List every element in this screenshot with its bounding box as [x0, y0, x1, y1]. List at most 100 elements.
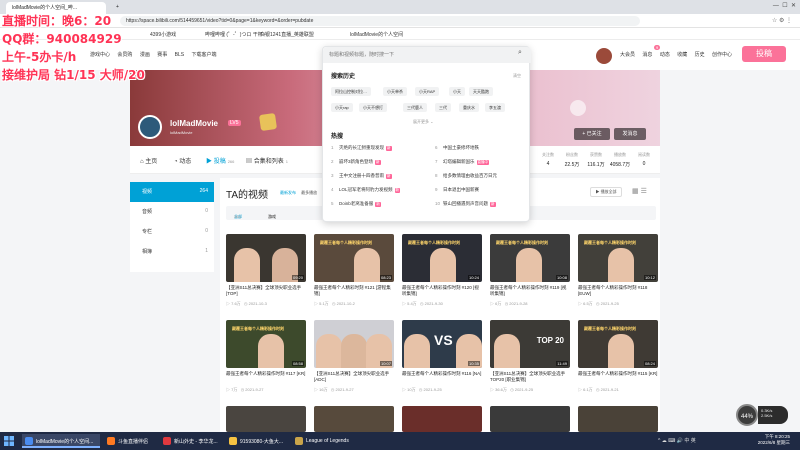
hot-search-item[interactable]: 5 Doinb老窝准备服新 [331, 201, 431, 207]
bookmark-item[interactable]: lolMadMovie的个人空间 [350, 31, 403, 38]
video-title[interactable]: 【亚洲S11总决赛】全球顶尖职业选手 [TOP] [226, 285, 306, 299]
nav-link[interactable]: BLS [175, 52, 184, 58]
video-card[interactable]: 颠覆王者每个人精彩操作时刻 08:58 最强王者每个人精彩操作时刻 #117 [… [226, 320, 306, 393]
history-chip[interactable]: 小天不想打 [359, 103, 387, 112]
nav-link[interactable]: 会员购 [117, 52, 132, 58]
video-thumbnail[interactable] [314, 406, 394, 432]
taskbar-player[interactable]: 新山外史 - 李华龙... [160, 434, 224, 448]
view-toggle[interactable]: ▦ ☰ [632, 187, 647, 195]
nav-link[interactable]: 下载客户端 [191, 52, 216, 58]
video-thumbnail[interactable] [490, 406, 570, 432]
bookmark-item[interactable]: 白银1241直播_英雄联盟 [260, 31, 314, 38]
video-card[interactable]: TOP 20 11:49 【亚洲S11总决赛】全球顶尖职业选手 TOP20 [职… [490, 320, 570, 393]
user-avatar[interactable] [596, 48, 612, 64]
channel-avatar[interactable] [138, 115, 162, 139]
video-thumbnail[interactable] [402, 406, 482, 432]
hot-search-item[interactable]: 10 铁山回播遇到声音问题新 [435, 201, 535, 207]
nav-link[interactable]: 动态 [660, 52, 670, 58]
history-chip[interactable]: 三代 [435, 103, 451, 112]
video-card[interactable]: 颠覆王者每个人精彩操作时刻 10:24 最强王者每个人精彩操作时刻 #120 [… [402, 234, 482, 307]
taskbar-clock[interactable]: 下午 8:20:25 2022/6/8 星期三 [758, 434, 790, 446]
taskbar-lol[interactable]: League of Legends [292, 434, 356, 448]
video-card[interactable]: VS 10:35 最强王者每个人精彩操作时刻 #116 [NA] ▷ 10万 ◷… [402, 320, 482, 393]
history-chip[interactable]: 小天 [449, 87, 465, 96]
clear-history-button[interactable]: 清空 [513, 73, 521, 79]
sort-most-played[interactable]: 最多播放 [301, 190, 317, 195]
nav-link[interactable]: 大会员 [620, 52, 635, 58]
history-chip[interactable]: 重庆水 [459, 103, 479, 112]
video-thumbnail[interactable]: 10:07 [314, 320, 394, 368]
video-thumbnail[interactable]: TOP 20 11:49 [490, 320, 570, 368]
video-title[interactable]: 最强王者每个人精彩操作时刻 #120 [视听集锦] [402, 285, 482, 299]
hot-search-item[interactable]: 4 LOL冠军老将阿豹力发视频新 [331, 187, 431, 193]
video-card[interactable]: 颠覆王者每个人精彩操作时刻 08:24 最强王者每个人精彩操作时刻 #115 [… [578, 320, 658, 393]
video-title[interactable]: 最强王者每个人精彩时刻 #121 [游程集锦] [314, 285, 394, 299]
history-chip[interactable]: 李五渡 [485, 103, 505, 112]
tab-collections[interactable]: ▤ 合集和列表 1 [246, 156, 288, 165]
history-chip[interactable]: 天天酷跑 [469, 87, 493, 96]
video-card[interactable]: 颠覆王者每个人精彩操作时刻 10:12 最强王者每个人精彩操作时刻 #118 [… [578, 234, 658, 307]
message-button[interactable]: 发消息 [614, 128, 646, 140]
nav-link[interactable]: 消息 [642, 52, 652, 58]
video-thumbnail[interactable]: 颠覆王者每个人精彩操作时刻 08:58 [226, 320, 306, 368]
nav-link[interactable]: 创作中心 [712, 52, 732, 58]
system-tray[interactable]: ^ ☁ ⌨ 🔊 中 英 [658, 437, 696, 444]
tab-home[interactable]: ⌂ 主页 [140, 156, 157, 165]
video-thumbnail[interactable]: 颠覆王者每个人精彩操作时刻 10:24 [402, 234, 482, 282]
video-card[interactable]: 颠覆王者每个人精彩操作时刻 08:23 最强王者每个人精彩时刻 #121 [游程… [314, 234, 394, 307]
history-chip[interactable]: 小天RAP [415, 87, 440, 96]
new-tab-icon[interactable]: + [110, 2, 122, 14]
video-title[interactable]: 最强王者每个人精彩操作时刻 #119 [视听集锦] [490, 285, 570, 299]
hot-search-item[interactable]: 3 王中文注册十四香普雨新 [331, 173, 431, 179]
sidebar-item-video[interactable]: 视频 264 [130, 182, 214, 202]
tab-uploads[interactable]: ▶ 投稿 266 [206, 156, 234, 165]
play-all-button[interactable]: ▶ 播放全部 [590, 187, 622, 197]
sidebar-item-album[interactable]: 相簿 1 [130, 242, 214, 262]
windows-start-icon[interactable] [4, 436, 14, 446]
hot-search-item[interactable]: 2 崩坏3新角色登场新 [331, 159, 431, 165]
video-thumbnail[interactable]: 09:20 [226, 234, 306, 282]
video-thumbnail[interactable] [578, 406, 658, 432]
window-controls[interactable]: — ☐ ✕ [773, 2, 796, 9]
bookmark-item[interactable]: 4399小游戏 [150, 31, 176, 38]
sidebar-item-article[interactable]: 专栏 0 [130, 222, 214, 242]
history-chip[interactable]: 小天rap [331, 103, 353, 112]
nav-link[interactable]: 赛事 [157, 52, 167, 58]
video-thumbnail[interactable]: 颠覆王者每个人精彩操作时刻 10:08 [490, 234, 570, 282]
video-thumbnail[interactable]: VS 10:35 [402, 320, 482, 368]
taskbar-chat[interactable]: 91593080-大鱼大... [226, 434, 288, 448]
video-title[interactable]: 最强王者每个人精彩操作时刻 #115 [KR] [578, 371, 658, 385]
tab-dynamic[interactable]: ◔ 动态 [174, 156, 191, 165]
video-title[interactable]: 【亚洲S11总决赛】全球顶尖职业选手 TOP20 [职业集锦] [490, 371, 570, 385]
bookmark-item[interactable]: 哔哩哔哩 (゜-゜)つロ 干杯~ [205, 31, 266, 38]
history-chip[interactable]: 阿拉山控制对拉… [331, 87, 371, 96]
nav-link[interactable]: 游戏中心 [90, 52, 110, 58]
address-bar[interactable]: https://space.bilibili.com/514459651/vid… [120, 16, 640, 26]
hot-search-item[interactable]: 1 灭绝的长江鲟重现发现新 [331, 145, 431, 151]
extension-icons[interactable]: ☆ ⚙ ⋮ [772, 17, 792, 24]
video-card[interactable]: 10:07 【亚洲S11总决赛】全球顶尖职业选手 [ADC] ▷ 16万 ◷ 2… [314, 320, 394, 393]
hot-search-item[interactable]: 7 幻塔编辑新国乐 直播中 [435, 159, 535, 165]
video-title[interactable]: 最强王者每个人精彩操作时刻 #116 [NA] [402, 371, 482, 385]
upload-button[interactable]: 投稿 [742, 46, 786, 62]
search-input[interactable] [323, 47, 531, 63]
history-chip[interactable]: 三代鹿人 [403, 103, 427, 112]
taskbar-browser[interactable]: lolMadMovie的个人空间... [22, 434, 100, 448]
grid-view-icon[interactable]: ▦ [632, 188, 639, 195]
list-view-icon[interactable]: ☰ [641, 188, 647, 195]
video-title[interactable]: 最强王者每个人精彩操作时刻 #117 [KR] [226, 371, 306, 385]
hot-search-item[interactable]: 6 中国土豪修坏地铁 [435, 145, 535, 151]
video-title[interactable]: 最强王者每个人精彩操作时刻 #118 [EUW] [578, 285, 658, 299]
search-icon[interactable]: ⌕ [513, 49, 527, 61]
video-thumbnail[interactable]: 颠覆王者每个人精彩操作时刻 10:12 [578, 234, 658, 282]
taskbar-douyu[interactable]: 斗鱼直播伴侣 [104, 434, 158, 448]
video-card[interactable]: 颠覆王者每个人精彩操作时刻 10:08 最强王者每个人精彩操作时刻 #119 [… [490, 234, 570, 307]
video-thumbnail[interactable] [226, 406, 306, 432]
follow-button[interactable]: + 已关注 [574, 128, 610, 140]
expand-more-button[interactable]: 展开更多 ⌄ [413, 119, 433, 125]
hot-search-item[interactable]: 8 给多数情理由收益百万日元 [435, 173, 535, 179]
hot-search-item[interactable]: 9 日本退出中国新赛 [435, 187, 535, 193]
sidebar-item-audio[interactable]: 音频 0 [130, 202, 214, 222]
nav-link[interactable]: 漫画 [140, 52, 150, 58]
video-thumbnail[interactable]: 颠覆王者每个人精彩操作时刻 08:24 [578, 320, 658, 368]
